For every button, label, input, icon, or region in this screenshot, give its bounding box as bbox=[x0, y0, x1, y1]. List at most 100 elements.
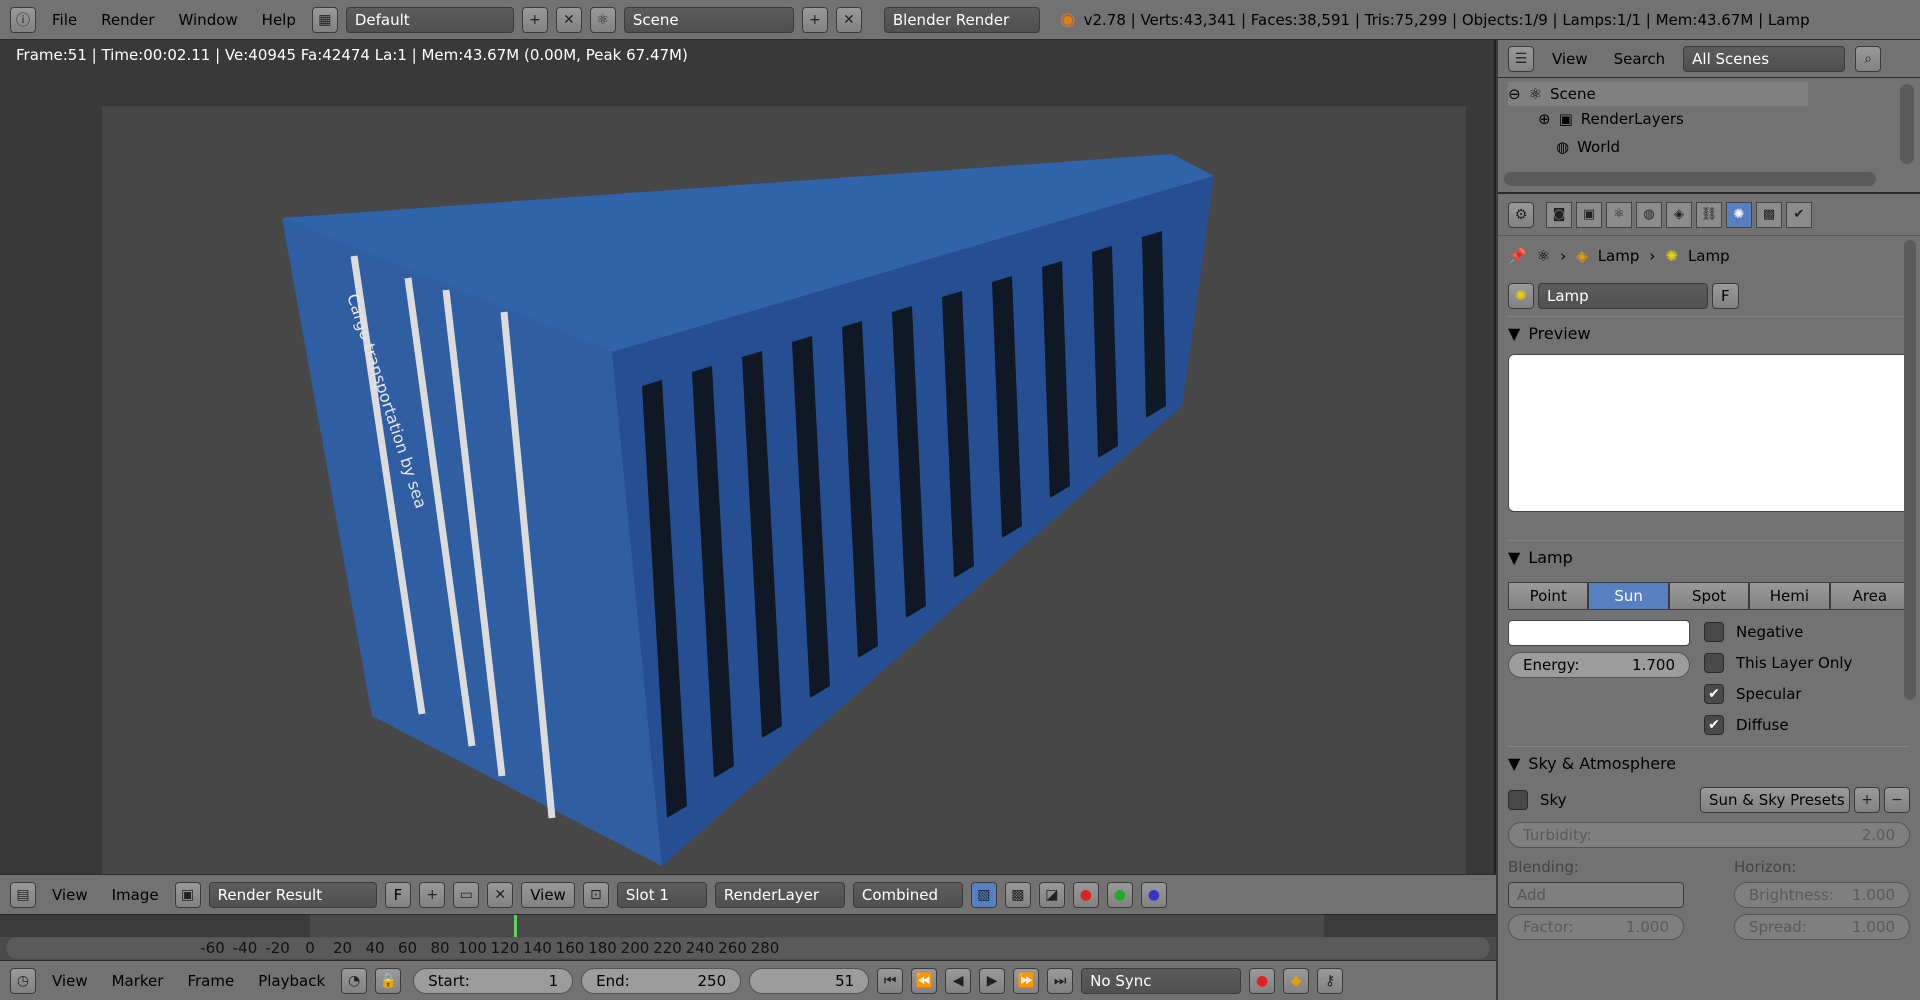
pivot-icon[interactable]: ⊡ bbox=[582, 881, 609, 908]
view-mode-select[interactable]: View bbox=[521, 881, 575, 908]
new-image-icon[interactable]: + bbox=[419, 881, 446, 908]
menu-file[interactable]: File bbox=[44, 11, 85, 29]
menu-view[interactable]: View bbox=[44, 886, 96, 904]
add-preset-icon[interactable]: + bbox=[1854, 787, 1880, 813]
outliner-tree[interactable]: ⊖ ⚛ Scene ⊕ ▣ RenderLayers ◍ World bbox=[1498, 78, 1920, 194]
lamp-fake-user-button[interactable]: F bbox=[1712, 283, 1739, 309]
checkbox-box[interactable] bbox=[1508, 790, 1528, 810]
brightness-field[interactable]: Brightness: 1.000 bbox=[1734, 882, 1910, 908]
remove-layout-icon[interactable]: ✕ bbox=[555, 6, 582, 33]
layout-field[interactable]: Default bbox=[345, 6, 514, 33]
lamp-type-spot[interactable]: Spot bbox=[1668, 582, 1750, 610]
sync-select[interactable]: No Sync bbox=[1081, 967, 1242, 994]
menu-window[interactable]: Window bbox=[171, 11, 246, 29]
constraints-tab-icon[interactable]: ⛓ bbox=[1696, 201, 1722, 228]
outliner-row-renderlayers[interactable]: ⊕ ▣ RenderLayers bbox=[1538, 110, 1684, 128]
lamp-color-swatch[interactable] bbox=[1508, 620, 1690, 646]
pin-icon[interactable]: 📌 bbox=[1508, 247, 1527, 265]
lamp-data-tab-icon[interactable]: ✺ bbox=[1726, 201, 1752, 228]
keyframe-icon[interactable]: ◆ bbox=[1283, 967, 1310, 994]
preview-panel-header[interactable]: ▼ Preview bbox=[1508, 316, 1910, 350]
color-alpha-icon[interactable]: ▧ bbox=[970, 881, 997, 908]
texture-tab-icon[interactable]: ▩ bbox=[1756, 201, 1782, 228]
menu-render[interactable]: Render bbox=[93, 11, 162, 29]
this-layer-only-checkbox[interactable]: This Layer Only bbox=[1704, 647, 1852, 678]
outliner-menu-view[interactable]: View bbox=[1544, 50, 1596, 68]
add-layout-icon[interactable]: + bbox=[521, 6, 548, 33]
alpha-icon[interactable]: ▩ bbox=[1004, 881, 1031, 908]
physics-tab-icon[interactable]: ✔ bbox=[1786, 201, 1812, 228]
outliner-menu-search[interactable]: Search bbox=[1606, 50, 1674, 68]
negative-checkbox[interactable]: Negative bbox=[1704, 616, 1852, 647]
outliner-hscrollbar[interactable] bbox=[1504, 172, 1876, 186]
lamp-type-point[interactable]: Point bbox=[1508, 582, 1589, 610]
blue-channel-icon[interactable]: ● bbox=[1140, 881, 1167, 908]
lamp-panel-header[interactable]: ▼ Lamp bbox=[1508, 540, 1910, 574]
end-frame-field[interactable]: End: 250 bbox=[581, 967, 742, 994]
outliner-row-scene[interactable]: ⊖ ⚛ Scene bbox=[1508, 82, 1808, 106]
remove-preset-icon[interactable]: − bbox=[1884, 787, 1910, 813]
unlink-image-icon[interactable]: ✕ bbox=[487, 881, 514, 908]
timeline-scrollbar[interactable] bbox=[6, 937, 1490, 959]
outliner-editor-icon[interactable]: ☰ bbox=[1508, 45, 1534, 72]
scene-icon[interactable]: ⚛ bbox=[589, 6, 616, 33]
sky-checkbox[interactable]: Sky bbox=[1508, 785, 1567, 816]
render-tab-icon[interactable]: ◙ bbox=[1546, 201, 1572, 228]
lamp-name-field[interactable]: Lamp bbox=[1538, 283, 1708, 309]
red-channel-icon[interactable]: ● bbox=[1072, 881, 1099, 908]
menu-tl-view[interactable]: View bbox=[44, 972, 96, 990]
image-name-field[interactable]: Render Result bbox=[208, 881, 377, 908]
properties-scrollbar[interactable] bbox=[1904, 240, 1916, 700]
preview-range-icon[interactable]: ◔ bbox=[341, 967, 368, 994]
timeline-area[interactable]: -60 -40 -20 0 20 40 60 80 100 120 140 160 180 200 220 2… bbox=[0, 914, 1496, 960]
play-icon[interactable]: ▶ bbox=[979, 967, 1006, 994]
diffuse-checkbox[interactable]: ✔ Diffuse bbox=[1704, 709, 1852, 740]
object-tab-icon[interactable]: ◈ bbox=[1666, 201, 1692, 228]
lamp-type-hemi[interactable]: Hemi bbox=[1749, 582, 1830, 610]
turbidity-field[interactable]: Turbidity: 2.00 bbox=[1508, 822, 1910, 848]
energy-field[interactable]: Energy: 1.700 bbox=[1508, 652, 1690, 678]
checkbox-box[interactable] bbox=[1704, 652, 1724, 673]
blend-mode-select[interactable]: Add bbox=[1508, 882, 1684, 908]
record-icon[interactable]: ● bbox=[1249, 967, 1276, 994]
menu-marker[interactable]: Marker bbox=[104, 972, 172, 990]
image-browse-icon[interactable]: ▣ bbox=[174, 881, 201, 908]
lamp-browse-icon[interactable]: ✺ bbox=[1508, 283, 1534, 309]
render-pass-select[interactable]: Combined bbox=[852, 881, 963, 908]
sky-presets-select[interactable]: Sun & Sky Presets bbox=[1700, 787, 1850, 813]
timeline-editor-icon[interactable]: ◷ bbox=[10, 967, 36, 994]
lock-icon[interactable]: 🔒 bbox=[375, 967, 402, 994]
screen-layout-icon[interactable]: ▦ bbox=[311, 6, 338, 33]
keying-set-icon[interactable]: ⚷ bbox=[1317, 967, 1344, 994]
jump-end-icon[interactable]: ⏭ bbox=[1047, 967, 1074, 994]
start-frame-field[interactable]: Start: 1 bbox=[413, 967, 574, 994]
render-engine-select[interactable]: Blender Render bbox=[883, 6, 1040, 33]
open-image-icon[interactable]: ▭ bbox=[453, 881, 480, 908]
render-layers-tab-icon[interactable]: ▣ bbox=[1576, 201, 1602, 228]
current-frame-field[interactable]: 51 bbox=[749, 967, 870, 994]
editor-type-icon[interactable]: ▤ bbox=[10, 881, 36, 908]
world-tab-icon[interactable]: ◍ bbox=[1636, 201, 1662, 228]
render-layer-select[interactable]: RenderLayer bbox=[714, 881, 845, 908]
outliner-vscrollbar[interactable] bbox=[1900, 84, 1914, 164]
display-mode-select[interactable]: All Scenes bbox=[1683, 45, 1846, 72]
scene-tab-icon[interactable]: ⚛ bbox=[1606, 201, 1632, 228]
slot-select[interactable]: Slot 1 bbox=[616, 881, 707, 908]
search-icon[interactable]: ⌕ bbox=[1855, 45, 1882, 72]
collapse-icon[interactable]: ⊖ bbox=[1508, 85, 1521, 103]
current-frame-cursor[interactable] bbox=[514, 915, 517, 937]
image-editor-area[interactable]: Cargo transportation by sea Frame:51 | T… bbox=[0, 40, 1496, 874]
menu-image[interactable]: Image bbox=[104, 886, 167, 904]
expand-icon[interactable]: ⊕ bbox=[1538, 110, 1551, 128]
green-channel-icon[interactable]: ● bbox=[1106, 881, 1133, 908]
properties-editor-icon[interactable]: ⚙ bbox=[1508, 201, 1534, 228]
specular-checkbox[interactable]: ✔ Specular bbox=[1704, 678, 1852, 709]
checkmark-icon[interactable]: ✔ bbox=[1704, 683, 1724, 704]
fake-user-button[interactable]: F bbox=[384, 881, 412, 908]
checkbox-box[interactable] bbox=[1704, 621, 1724, 642]
play-reverse-icon[interactable]: ◀ bbox=[945, 967, 972, 994]
checkmark-icon[interactable]: ✔ bbox=[1704, 714, 1724, 735]
scene-field[interactable]: Scene bbox=[623, 6, 794, 33]
lamp-type-sun[interactable]: Sun bbox=[1588, 582, 1669, 610]
info-editor-icon[interactable]: ⓘ bbox=[10, 6, 36, 33]
